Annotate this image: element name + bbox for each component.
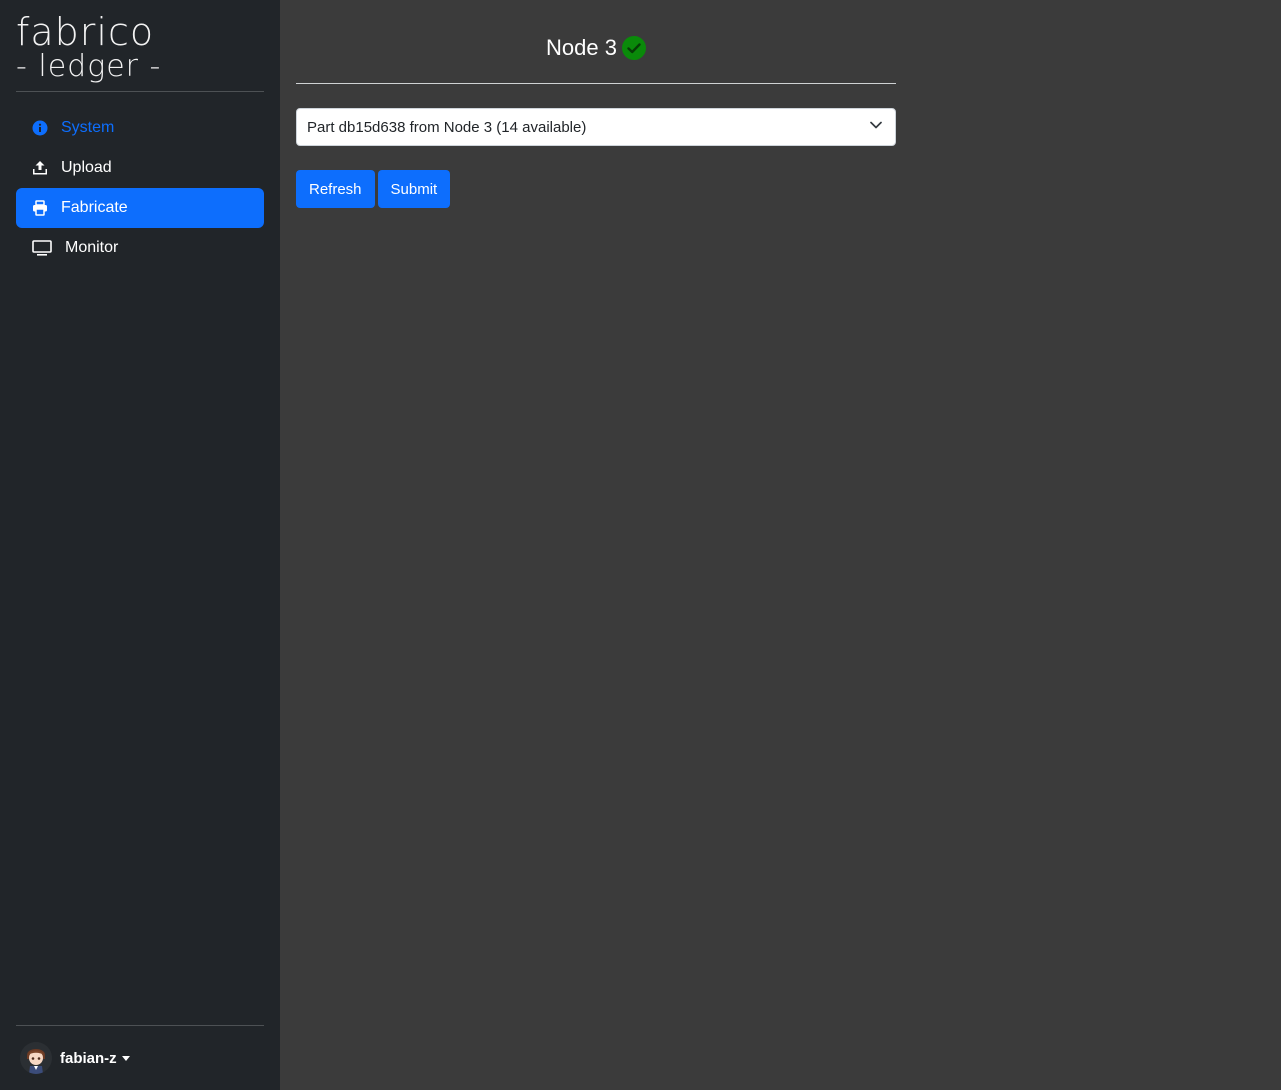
main-content: Node 3 Part db15d638 from Node 3 (14 ava… — [280, 0, 1281, 1090]
node-header: Node 3 — [296, 16, 896, 84]
submit-button[interactable]: Submit — [377, 170, 451, 208]
sidebar-item-monitor[interactable]: Monitor — [16, 228, 264, 268]
node-title: Node 3 — [546, 34, 617, 60]
sidebar: fabrico - ledger - System Upload Fabrica… — [0, 0, 280, 1090]
caret-down-icon — [121, 1055, 130, 1061]
printer-icon — [32, 200, 48, 216]
upload-icon — [32, 160, 48, 176]
logo-line-2: - ledger - — [16, 49, 162, 84]
sidebar-item-label: Fabricate — [61, 199, 128, 216]
action-buttons: Refresh Submit — [296, 170, 896, 208]
user-area: fabian-z — [16, 1025, 264, 1090]
app-logo[interactable]: fabrico - ledger - — [16, 0, 264, 91]
avatar — [20, 1042, 52, 1074]
refresh-button[interactable]: Refresh — [296, 170, 375, 208]
user-menu[interactable]: fabian-z — [16, 1026, 264, 1090]
sidebar-divider — [16, 91, 264, 92]
part-select-value: Part db15d638 from Node 3 (14 available) — [307, 118, 587, 136]
username: fabian-z — [60, 1049, 117, 1067]
sidebar-item-label: Upload — [61, 159, 112, 176]
sidebar-item-system[interactable]: System — [16, 108, 264, 148]
info-circle-icon — [32, 120, 48, 136]
sidebar-item-upload[interactable]: Upload — [16, 148, 264, 188]
sidebar-item-label: System — [61, 119, 115, 136]
logo-line-1: fabrico — [16, 10, 155, 54]
sidebar-item-fabricate[interactable]: Fabricate — [16, 188, 264, 228]
part-select[interactable]: Part db15d638 from Node 3 (14 available) — [296, 108, 896, 146]
fabricate-panel: Node 3 Part db15d638 from Node 3 (14 ava… — [296, 16, 896, 208]
monitor-icon — [32, 240, 52, 256]
sidebar-nav: System Upload Fabricate Monitor — [16, 108, 264, 268]
check-circle-icon — [621, 35, 646, 60]
sidebar-item-label: Monitor — [65, 239, 119, 256]
chevron-down-icon — [869, 118, 883, 136]
